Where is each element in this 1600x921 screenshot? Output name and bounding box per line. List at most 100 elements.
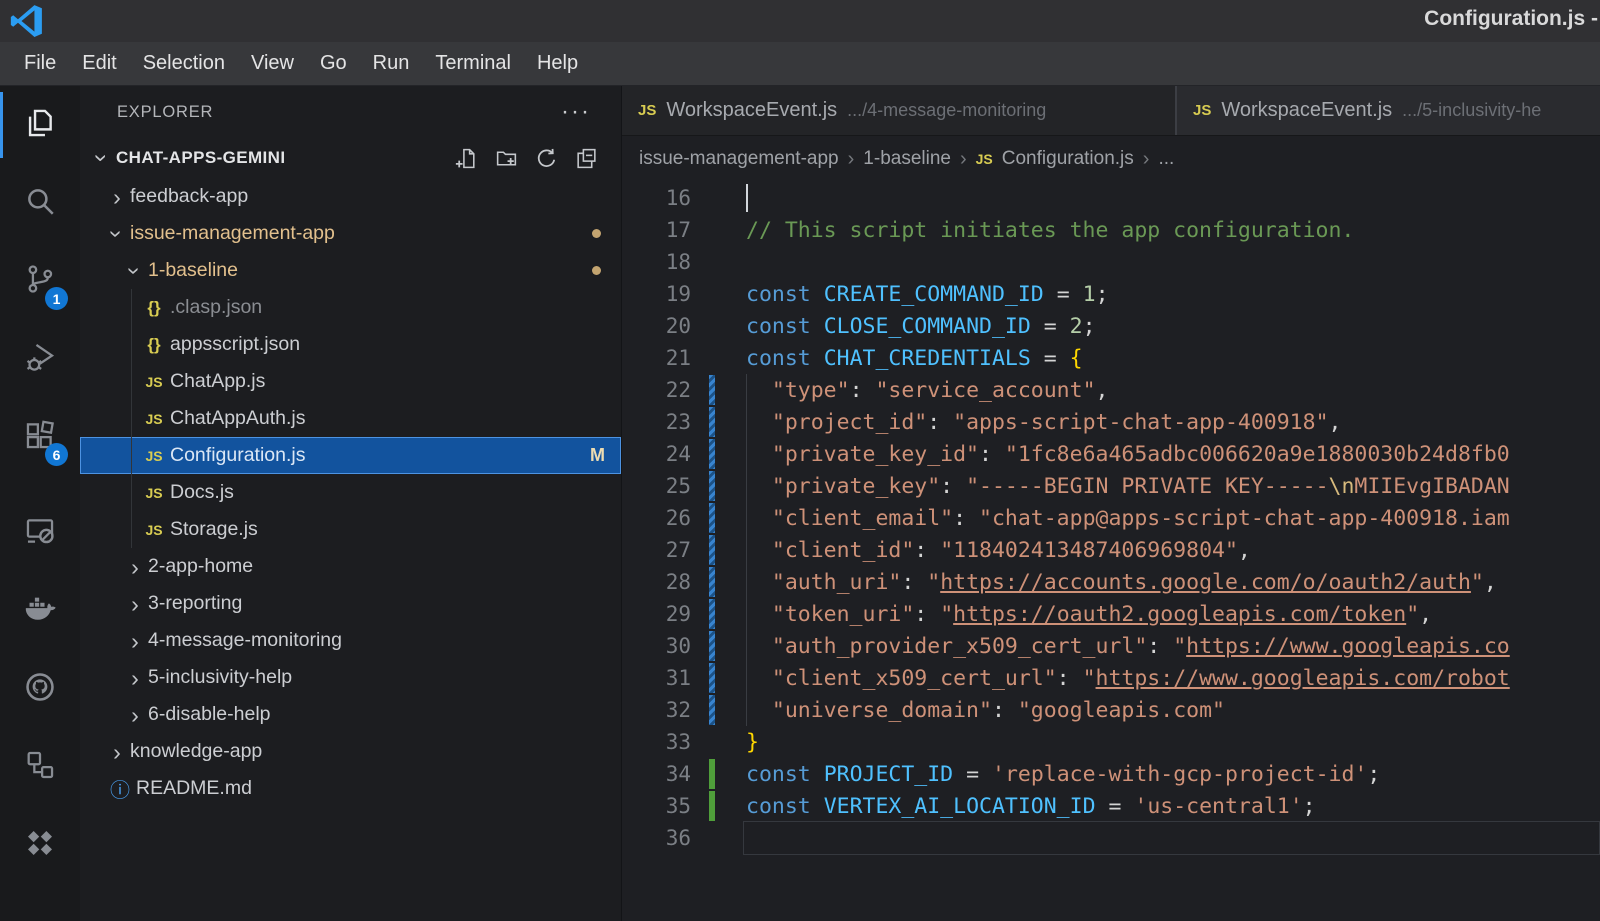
code-text: "client_email": "chat-app@apps-script-ch… [746,506,1510,531]
breadcrumb-item[interactable]: ... [1158,148,1174,170]
tab-workspaceevent-4-message-monitoring[interactable]: JS WorkspaceEvent.js .../4-message-monit… [622,86,1175,135]
code-line-22[interactable]: 22 "type": "service_account", [622,374,1600,406]
tree-item-1-baseline[interactable]: ›1-baseline [80,252,621,289]
code-line-26[interactable]: 26 "client_email": "chat-app@apps-script… [622,502,1600,534]
code-line-27[interactable]: 27 "client_id": "118402413487406969804", [622,534,1600,566]
tree-item-2-app-home[interactable]: ›2-app-home [80,548,621,585]
menu-terminal[interactable]: Terminal [422,52,524,75]
tree-item-readme-md[interactable]: ⓘREADME.md [80,770,621,807]
tree-item-issue-management-app[interactable]: ›issue-management-app [80,215,621,252]
activity-extensions[interactable]: 6 [0,398,80,476]
code-line-21[interactable]: 21const CHAT_CREDENTIALS = { [622,342,1600,374]
code-text: const CREATE_COMMAND_ID = 1; [746,282,1109,307]
code-text: "auth_uri": "https://accounts.google.com… [746,570,1497,595]
code-line-31[interactable]: 31 "client_x509_cert_url": "https://www.… [622,662,1600,694]
code-line-29[interactable]: 29 "token_uri": "https://oauth2.googleap… [622,598,1600,630]
gutter [691,822,746,854]
menu-go[interactable]: Go [307,52,360,75]
line-number: 36 [622,826,691,850]
tree-item-storage-js[interactable]: JSStorage.js [80,511,621,548]
line-number: 24 [622,442,691,466]
activity-explorer[interactable] [0,86,80,164]
code-line-30[interactable]: 30 "auth_provider_x509_cert_url": "https… [622,630,1600,662]
tree-item-feedback-app[interactable]: ›feedback-app [80,178,621,215]
gutter [691,278,746,310]
tree-item-docs-js[interactable]: JSDocs.js [80,474,621,511]
activity-docker[interactable] [0,572,80,650]
code-editor[interactable]: 1617// This script initiates the app con… [622,182,1600,921]
tree-item-appsscript-json[interactable]: {}appsscript.json [80,326,621,363]
tree-item-configuration-js[interactable]: JSConfiguration.jsM [80,437,621,474]
code-line-32[interactable]: 32 "universe_domain": "googleapis.com" [622,694,1600,726]
remote-icon [23,514,57,553]
line-number: 26 [622,506,691,530]
breadcrumb-item[interactable]: Configuration.js [1002,148,1134,170]
code-line-18[interactable]: 18 [622,246,1600,278]
git-gutter-mod-icon [691,598,746,630]
menu-selection[interactable]: Selection [130,52,238,75]
collapse-all-icon[interactable] [574,146,599,171]
activity-remote-explorer[interactable] [0,494,80,572]
tree-item-chatappauth-js[interactable]: JSChatAppAuth.js [80,400,621,437]
breadcrumb-item[interactable]: issue-management-app [639,148,839,170]
new-file-icon[interactable] [454,146,479,171]
code-line-17[interactable]: 17// This script initiates the app confi… [622,214,1600,246]
git-gutter-mod-icon [691,694,746,726]
tree-item-4-message-monitoring[interactable]: ›4-message-monitoring [80,622,621,659]
activity-github[interactable] [0,650,80,728]
git-gutter-mod-icon [691,534,746,566]
tab-workspaceevent-5-inclusivity-help[interactable]: JS WorkspaceEvent.js .../5-inclusivity-h… [1177,86,1600,135]
refresh-icon[interactable] [534,146,559,171]
js-file-icon: JS [138,448,170,464]
line-number: 28 [622,570,691,594]
chevron-right-icon: › [960,148,967,171]
menu-help[interactable]: Help [524,52,591,75]
files-icon [23,106,57,145]
menu-run[interactable]: Run [360,52,423,75]
code-line-33[interactable]: 33} [622,726,1600,758]
sidebar-title: EXPLORER [117,103,213,122]
code-line-19[interactable]: 19 const CREATE_COMMAND_ID = 1; [622,278,1600,310]
line-number: 32 [622,698,691,722]
menu-file[interactable]: File [11,52,69,75]
activity-source-control[interactable]: 1 [0,242,80,320]
code-line-20[interactable]: 20const CLOSE_COMMAND_ID = 2; [622,310,1600,342]
chevron-down-icon: › [124,258,146,284]
chevron-right-icon: › [848,148,855,171]
tree-item-knowledge-app[interactable]: ›knowledge-app [80,733,621,770]
more-actions-icon[interactable]: ··· [561,107,591,117]
tree-item-3-reporting[interactable]: ›3-reporting [80,585,621,622]
code-line-24[interactable]: 24 "private_key_id": "1fc8e6a465adbc0066… [622,438,1600,470]
tree-item-label: feedback-app [130,185,248,208]
line-number: 19 [622,282,691,306]
line-number: 22 [622,378,691,402]
code-line-23[interactable]: 23 "project_id": "apps-script-chat-app-4… [622,406,1600,438]
workspace-root-row[interactable]: › CHAT-APPS-GEMINI [80,138,621,178]
js-file-icon: JS [1193,102,1211,119]
menu-edit[interactable]: Edit [69,52,129,75]
code-line-16[interactable]: 16 [622,182,1600,214]
activity-run-debug[interactable] [0,320,80,398]
code-line-35[interactable]: 35const VERTEX_AI_LOCATION_ID = 'us-cent… [622,790,1600,822]
menu-view[interactable]: View [238,52,307,75]
gutter [691,310,746,342]
code-line-34[interactable]: 34const PROJECT_ID = 'replace-with-gcp-p… [622,758,1600,790]
gutter [691,246,746,278]
tree-item-label: 4-message-monitoring [148,629,342,652]
line-number: 31 [622,666,691,690]
tree-item-label: issue-management-app [130,222,335,245]
git-gutter-mod-icon [691,406,746,438]
code-line-36[interactable]: 36 [622,822,1600,854]
breadcrumb-item[interactable]: 1-baseline [863,148,951,170]
activity-search[interactable] [0,164,80,242]
activity-diamonds[interactable] [0,806,80,884]
code-line-25[interactable]: 25 "private_key": "-----BEGIN PRIVATE KE… [622,470,1600,502]
activity-flowchart[interactable] [0,728,80,806]
tree-item-5-inclusivity-help[interactable]: ›5-inclusivity-help [80,659,621,696]
tree-item--clasp-json[interactable]: {}.clasp.json [80,289,621,326]
tree-item-chatapp-js[interactable]: JSChatApp.js [80,363,621,400]
code-line-28[interactable]: 28 "auth_uri": "https://accounts.google.… [622,566,1600,598]
chevron-right-icon: › [1143,148,1150,171]
tree-item-6-disable-help[interactable]: ›6-disable-help [80,696,621,733]
new-folder-icon[interactable] [494,146,519,171]
